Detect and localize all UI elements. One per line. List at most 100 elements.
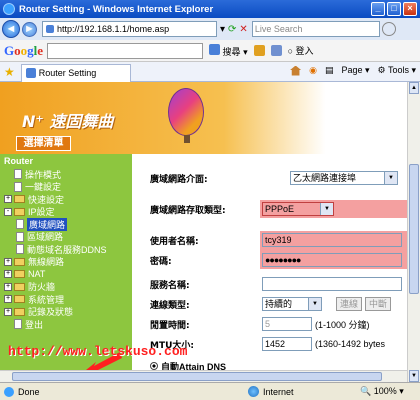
idle-time-hint: (1-1000 分鐘): [315, 319, 370, 330]
close-button[interactable]: ×: [403, 2, 417, 16]
expand-icon[interactable]: +: [4, 270, 12, 279]
sidebar-item[interactable]: + 無線網路: [4, 256, 107, 269]
page-viewport: N⁺ 速固舞曲 選擇清單 Router 操作模式 一鍵設定 + 快速設定 - IP設定 廣域…: [0, 82, 407, 382]
sidebar-item[interactable]: + 系統管理: [4, 293, 107, 306]
page-status-icon: [4, 386, 14, 397]
search-icon[interactable]: [381, 22, 396, 36]
sidebar-item[interactable]: + 記錄及狀態: [4, 306, 107, 319]
scroll-down-arrow[interactable]: ▼: [409, 370, 419, 382]
wan-interface-select[interactable]: 乙太網路連接埠: [290, 171, 398, 185]
connect-button[interactable]: 連線: [336, 297, 363, 311]
window-titlebar: Router Setting - Windows Internet Explor…: [0, 0, 420, 18]
sidebar-item[interactable]: - IP設定: [4, 206, 107, 219]
zoom-control[interactable]: 🔍 100% ▾: [360, 386, 404, 397]
folder-icon: [14, 282, 25, 291]
sidebar-item[interactable]: + 快速設定: [4, 193, 107, 206]
search-input[interactable]: Live Search: [251, 21, 380, 37]
print-icon[interactable]: ▤: [325, 65, 334, 76]
password-field[interactable]: ●●●●●●●●: [262, 253, 402, 267]
vertical-scroll-thumb[interactable]: [409, 164, 419, 294]
sidebar-item[interactable]: 動態域名服務DDNS: [4, 243, 107, 256]
status-text: Done: [18, 386, 40, 397]
expand-icon[interactable]: +: [4, 307, 12, 316]
dropdown-icon[interactable]: ▾: [220, 24, 225, 35]
minimize-button[interactable]: _: [371, 2, 385, 16]
document-icon: [14, 181, 22, 192]
document-icon: [14, 169, 22, 180]
folder-icon: [14, 270, 25, 279]
google-go-icon: [209, 43, 221, 55]
service-name-label: 服務名稱:: [150, 280, 190, 291]
tab-router-setting[interactable]: Router Setting: [20, 63, 132, 82]
connection-type-select[interactable]: 持續的: [262, 297, 322, 311]
tools-menu[interactable]: ⚙ Tools ▾: [378, 65, 416, 76]
page-icon: [25, 68, 36, 78]
page-menu[interactable]: Page ▾: [341, 65, 369, 76]
google-toolbar: Google 搜尋 ▾ ○ 登入: [0, 40, 420, 62]
mtu-hint: (1360-1492 bytes: [315, 339, 386, 349]
zone-indicator: Internet: [248, 386, 294, 397]
username-field[interactable]: tcy319: [262, 233, 402, 247]
idle-time-label: 閒置時間:: [150, 320, 190, 331]
sidebar-item-label: 區域網路: [27, 232, 64, 243]
service-name-field[interactable]: [262, 277, 402, 291]
folder-icon: [14, 307, 25, 316]
feeds-icon[interactable]: ◉: [309, 65, 317, 76]
expand-icon[interactable]: +: [4, 295, 12, 304]
expand-icon[interactable]: +: [4, 257, 12, 266]
disconnect-button[interactable]: 中斷: [365, 297, 392, 311]
sidebar-tree: 操作模式 一鍵設定 + 快速設定 - IP設定 廣域網路 區域網路 動態域名服務DDNS + 無線網…: [4, 168, 107, 331]
sidebar-root[interactable]: Router: [4, 156, 33, 166]
mtu-field[interactable]: 1452: [262, 337, 312, 351]
globe-icon: [248, 386, 259, 397]
collapse-icon[interactable]: -: [4, 207, 12, 216]
sidebar-item[interactable]: + 防火牆: [4, 281, 107, 294]
vertical-scrollbar[interactable]: ▲ ▼: [407, 82, 420, 382]
document-icon: [14, 319, 22, 330]
maximize-button[interactable]: □: [387, 2, 401, 16]
sidebar-item-label: 快速設定: [28, 194, 65, 205]
watermark: http://www.letskuso.com: [8, 344, 188, 359]
back-button[interactable]: ◄: [2, 20, 20, 38]
favorites-star-icon[interactable]: ★: [4, 65, 15, 79]
wan-type-label: 廣域網路存取類型:: [150, 205, 226, 216]
router-banner: N⁺ 速固舞曲 選擇清單: [0, 82, 407, 154]
home-icon[interactable]: [290, 65, 302, 76]
expand-icon[interactable]: +: [4, 195, 12, 204]
sidebar-item[interactable]: 廣域網路: [4, 217, 107, 231]
sidebar-item[interactable]: 一鍵設定: [4, 181, 107, 194]
signin-button[interactable]: ○ 登入: [288, 44, 314, 57]
sidebar-item[interactable]: 區域網路: [4, 231, 107, 244]
document-icon: [16, 244, 24, 255]
auto-dns-radio[interactable]: [150, 362, 158, 370]
stop-icon[interactable]: ✕: [239, 24, 247, 35]
settings-icon[interactable]: [270, 45, 282, 56]
horizontal-scroll-thumb[interactable]: [12, 372, 382, 381]
connection-type-label: 連線類型:: [150, 300, 190, 311]
wan-interface-label: 廣域網路介面:: [150, 174, 208, 185]
document-icon: [16, 231, 24, 242]
sidebar-item[interactable]: 操作模式: [4, 168, 107, 181]
expand-icon[interactable]: +: [4, 282, 12, 291]
window-title: Router Setting - Windows Internet Explor…: [19, 3, 214, 15]
url-field[interactable]: http://192.168.1.1/home.asp: [42, 21, 217, 37]
wan-type-select[interactable]: PPPoE: [262, 202, 334, 216]
forward-button[interactable]: ►: [22, 21, 37, 37]
scroll-up-arrow[interactable]: ▲: [409, 82, 419, 94]
idle-time-field[interactable]: 5: [262, 317, 312, 331]
sidebar-item-label: 記錄及狀態: [28, 307, 74, 318]
sidebar-item-label: 動態域名服務DDNS: [27, 244, 107, 255]
horizontal-scrollbar[interactable]: [0, 370, 407, 382]
refresh-icon[interactable]: ⟳: [228, 24, 236, 35]
bookmark-icon[interactable]: [253, 45, 265, 56]
google-search-input[interactable]: [47, 42, 204, 59]
sidebar-item-label: 系統管理: [28, 294, 65, 305]
ie-icon: [3, 3, 15, 15]
sidebar-item-label: 廣域網路: [27, 217, 68, 231]
folder-icon: [14, 207, 25, 216]
google-search-button[interactable]: 搜尋 ▾: [209, 43, 248, 58]
sidebar-item[interactable]: 登出: [4, 318, 107, 331]
google-logo: Google: [4, 42, 44, 58]
sidebar-item[interactable]: + NAT: [4, 268, 107, 281]
username-label: 使用者名稱:: [150, 236, 199, 247]
